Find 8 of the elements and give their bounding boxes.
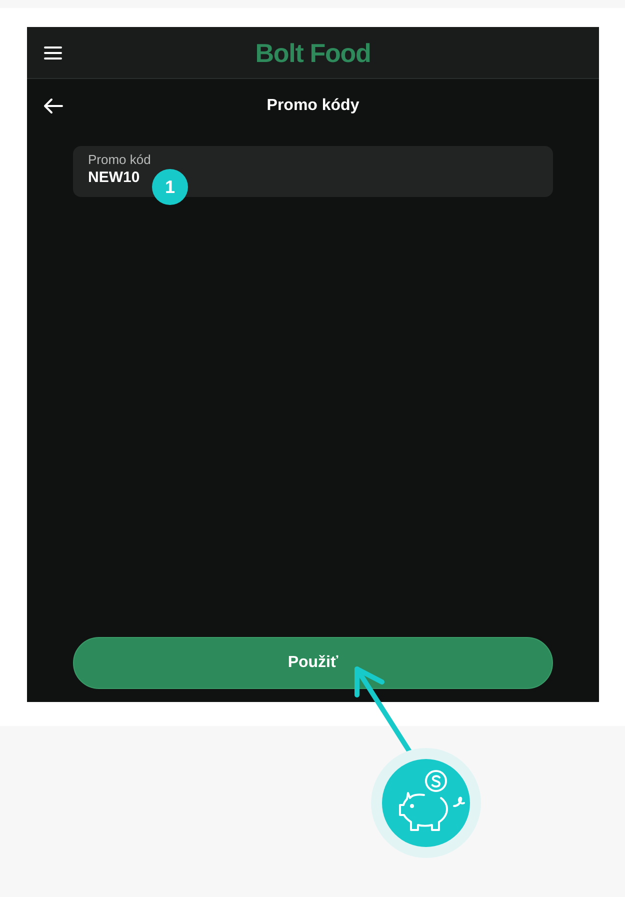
piggy-bank-icon — [371, 748, 481, 858]
apply-button[interactable]: Použiť — [73, 637, 553, 689]
page-title: Promo kódy — [266, 96, 360, 116]
promo-code-label: Promo kód — [88, 152, 151, 168]
promo-code-value: NEW10 — [88, 168, 140, 188]
back-arrow-icon[interactable] — [43, 98, 63, 114]
menu-icon[interactable] — [44, 46, 62, 60]
app-logo: Bolt Food — [255, 40, 371, 66]
